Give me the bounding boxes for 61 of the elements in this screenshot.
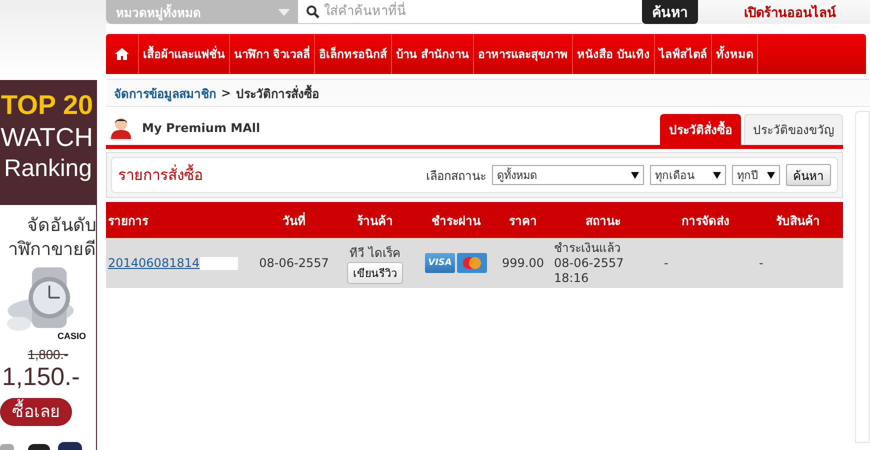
breadcrumb-link[interactable]: จัดการข้อมูลสมาชิก xyxy=(114,84,216,102)
ad-text: าฬิกาขายดี xyxy=(7,238,96,261)
breadcrumb-separator: > xyxy=(221,86,232,100)
status-text: 08-06-2557 xyxy=(554,256,625,270)
status-label: เลือกสถานะ xyxy=(426,168,486,184)
status-text: 18:16 xyxy=(554,270,590,286)
search-button[interactable]: ค้นหา xyxy=(786,164,831,186)
nav-item[interactable]: เสื้อผ้าและแฟชั่น xyxy=(139,34,230,74)
avatar-icon xyxy=(108,115,134,141)
column-header: รับสินค้า xyxy=(753,202,843,238)
brand-label: CASIO xyxy=(56,331,87,341)
home-icon xyxy=(115,48,129,60)
old-price: 1,800.- xyxy=(26,347,70,362)
nav-item[interactable]: อาหารและสุขภาพ xyxy=(474,34,574,74)
status-text: ชำระเงินแล้ว xyxy=(554,240,622,256)
search-field[interactable]: ใส่คำค้นหาที่นี่ xyxy=(298,0,642,24)
caret-icon xyxy=(278,8,290,16)
year-dropdown[interactable]: ทุกปี xyxy=(732,165,780,185)
order-link[interactable]: 201406081814 xyxy=(108,256,200,270)
ad-text: จัดอันดับ xyxy=(26,214,96,237)
column-header: ราคา xyxy=(498,202,548,238)
caret-icon xyxy=(631,172,639,178)
ad-subtitle: Ranking xyxy=(2,154,92,184)
nav-item[interactable]: นาฬิกา จิวเวลลี่ xyxy=(230,34,316,74)
status-dropdown[interactable]: ดูทั้งหมด xyxy=(492,165,644,185)
nav-item[interactable]: บ้าน สำนักงาน xyxy=(392,34,474,74)
column-header: การจัดส่ง xyxy=(658,202,753,238)
shipping-status: - xyxy=(664,256,668,270)
order-date: 08-06-2557 xyxy=(259,256,329,270)
column-header: วันที่ xyxy=(252,202,336,238)
caret-icon xyxy=(767,172,775,178)
visa-card-icon: VISA xyxy=(425,253,455,273)
shop-name: ทีวี ไดเร็ค xyxy=(348,244,402,262)
month-dropdown[interactable]: ทุกเดือน xyxy=(650,165,726,185)
user-name: My Premium MAll xyxy=(142,121,260,135)
column-header: สถานะ xyxy=(548,202,658,238)
column-header: ชำระผ่าน xyxy=(414,202,498,238)
nav-item[interactable]: อิเล็กทรอนิกส์ xyxy=(315,34,392,74)
breadcrumb-current: ประวัติการสั่งซื้อ xyxy=(236,84,320,102)
order-price: 999.00 xyxy=(502,256,544,270)
nav-item[interactable]: ทั้งหมด xyxy=(712,34,758,74)
caret-icon xyxy=(713,172,721,178)
ad-price: 1,150.- xyxy=(2,362,81,392)
search-button[interactable]: ค้นหา xyxy=(642,0,698,24)
nav-item[interactable]: หนังสือ บันเทิง xyxy=(573,34,656,74)
nav-item[interactable]: ไลฟ์สไตล์ xyxy=(655,34,712,74)
received-status: - xyxy=(759,256,764,270)
column-header: รายการ xyxy=(106,202,252,238)
tab[interactable]: ประวัติของขวัญ xyxy=(744,114,843,145)
search-input[interactable]: ใส่คำค้นหาที่นี่ xyxy=(324,0,624,22)
ad-title: WATCH xyxy=(0,121,93,154)
section-title: รายการสั่งซื้อ xyxy=(118,163,203,186)
review-button[interactable]: เขียนรีวิว xyxy=(347,262,403,284)
ad-headline: TOP 20 xyxy=(0,89,93,120)
column-header: ร้านค้า xyxy=(336,202,414,238)
search-icon xyxy=(306,4,320,18)
card-logo-icon xyxy=(457,253,487,273)
open-shop-link[interactable]: เปิดร้านออนไลน์ xyxy=(744,2,836,22)
buy-button[interactable]: ซื้อเลย xyxy=(0,398,72,426)
tab[interactable]: ประวัติสั่งซื้อ xyxy=(660,114,741,145)
redacted-block xyxy=(200,257,238,270)
